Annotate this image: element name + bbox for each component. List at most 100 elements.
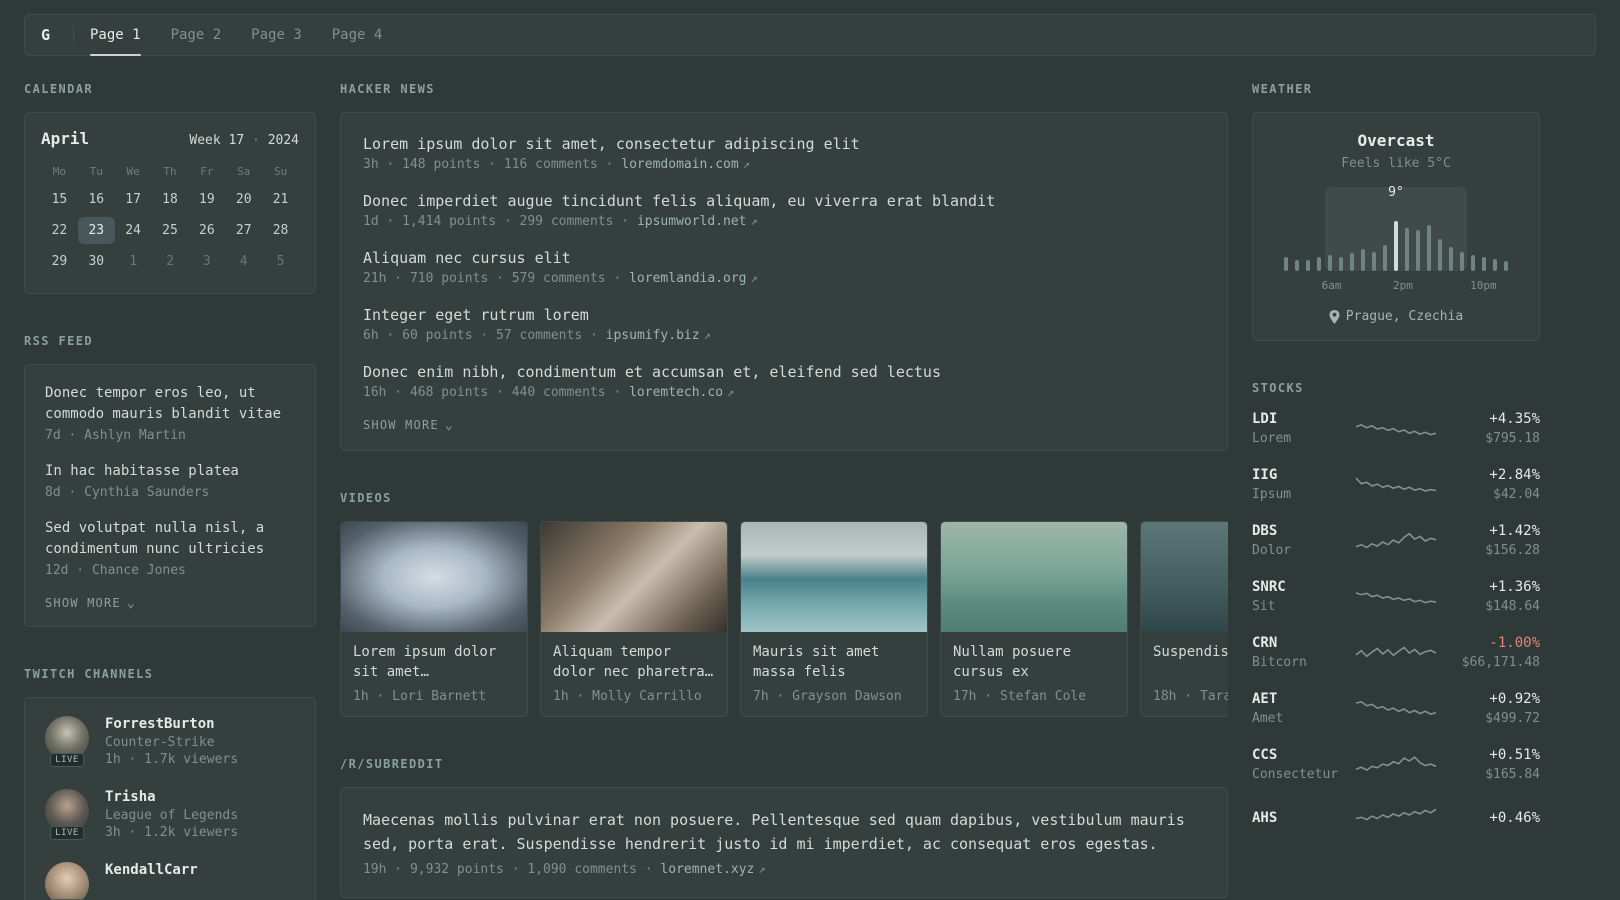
- channel-game: Counter-Strike: [105, 735, 215, 750]
- subreddit-post-title[interactable]: Maecenas mollis pulvinar erat non posuer…: [363, 808, 1205, 856]
- tab-page-3[interactable]: Page 3: [251, 15, 302, 55]
- video-meta: 1h · Molly Carrillo: [553, 689, 702, 704]
- app-logo[interactable]: G: [41, 26, 67, 44]
- video-row: Lorem ipsum dolor sit amet consectetu… 1h…: [340, 521, 1228, 717]
- stock-ticker[interactable]: CRN: [1252, 635, 1344, 651]
- stock-ticker[interactable]: AET: [1252, 691, 1344, 707]
- stock-row[interactable]: CRN Bitcorn -1.00% $66,171.48: [1252, 635, 1540, 670]
- stock-ticker[interactable]: LDI: [1252, 411, 1344, 427]
- hackernews-show-more-button[interactable]: SHOW MORE ⌄: [363, 418, 454, 432]
- video-thumbnail[interactable]: [341, 522, 527, 632]
- hackernews-item-domain[interactable]: loremtech.co: [629, 385, 723, 400]
- topbar-divider: [73, 26, 74, 44]
- subreddit-widget: /R/SUBREDDIT Maecenas mollis pulvinar er…: [340, 757, 1228, 898]
- hackernews-item-domain[interactable]: loremdomain.com: [621, 157, 738, 172]
- hackernews-item-domain[interactable]: ipsumworld.net: [637, 214, 747, 229]
- calendar-day: 30: [88, 254, 105, 269]
- weather-hour-bar: [1361, 249, 1365, 271]
- stock-ticker[interactable]: IIG: [1252, 467, 1344, 483]
- tab-page-1[interactable]: Page 1: [90, 15, 141, 56]
- twitch-channel-row[interactable]: LIVE Trisha League of Legends 3h · 1.2k vie…: [45, 789, 295, 840]
- sparkline-chart: [1355, 808, 1437, 821]
- weather-hour-bar: [1405, 228, 1409, 271]
- rss-item-title[interactable]: Sed volutpat nulla nisl, a condimentum n…: [45, 518, 295, 560]
- stock-row[interactable]: IIG Ipsum +2.84% $42.04: [1252, 467, 1540, 502]
- stock-row[interactable]: DBS Dolor +1.42% $156.28: [1252, 523, 1540, 558]
- video-thumbnail[interactable]: [741, 522, 927, 632]
- stock-change: -1.00%: [1489, 635, 1540, 651]
- weather-card: Overcast Feels like 5°C 9° 6am 2pm 10pm Pr…: [1252, 112, 1540, 341]
- channel-name[interactable]: ForrestBurton: [105, 716, 238, 732]
- section-title-subreddit: /R/SUBREDDIT: [340, 757, 444, 771]
- video-title[interactable]: Nullam posuere cursus ex: [953, 642, 1115, 682]
- calendar-day: 28: [272, 223, 289, 238]
- video-card[interactable]: Lorem ipsum dolor sit amet consectetu… 1h…: [340, 521, 528, 717]
- video-card[interactable]: Mauris sit amet massa felis 7h · Grayson …: [740, 521, 928, 717]
- rss-item: In hac habitasse platea 8d · Cynthia Saun…: [45, 461, 295, 500]
- twitch-channel-row[interactable]: LIVE KendallCarr: [45, 862, 295, 900]
- avatar: LIVE: [45, 789, 89, 840]
- stock-name: Lorem: [1252, 431, 1292, 446]
- rss-item-title[interactable]: Donec tempor eros leo, ut commodo mauris…: [45, 383, 295, 425]
- weather-location[interactable]: Prague, Czechia: [1269, 309, 1523, 324]
- tab-page-2[interactable]: Page 2: [171, 15, 222, 55]
- subreddit-post-domain[interactable]: loremnet.xyz: [660, 862, 754, 877]
- stock-row[interactable]: SNRC Sit +1.36% $148.64: [1252, 579, 1540, 614]
- stock-values: +2.84% $42.04: [1448, 467, 1540, 502]
- stock-ticker[interactable]: SNRC: [1252, 579, 1344, 595]
- stock-row[interactable]: CCS Consectetur +0.51% $165.84: [1252, 747, 1540, 782]
- sparkline-chart: [1355, 645, 1437, 657]
- video-title[interactable]: Lorem ipsum dolor sit amet consectetu…: [353, 642, 515, 682]
- hackernews-item-title[interactable]: Aliquam nec cursus elit: [363, 247, 1205, 269]
- weather-hour-bar: [1306, 260, 1310, 271]
- section-title-rss: RSS FEED: [24, 334, 93, 348]
- rss-show-more-button[interactable]: SHOW MORE ⌄: [45, 596, 136, 610]
- stock-row[interactable]: AET Amet +0.92% $499.72: [1252, 691, 1540, 726]
- video-card[interactable]: Nullam posuere cursus ex 17h · Stefan Col…: [940, 521, 1128, 717]
- channel-name[interactable]: KendallCarr: [105, 862, 198, 878]
- video-thumbnail[interactable]: [1141, 522, 1228, 632]
- weather-hourly-chart: 9°: [1281, 185, 1511, 271]
- calendar-day: 27: [235, 223, 252, 238]
- hackernews-item-title[interactable]: Integer eget rutrum lorem: [363, 304, 1205, 326]
- video-card[interactable]: Suspendisse diam 18h · Tara: [1140, 521, 1228, 717]
- hackernews-item-title[interactable]: Donec imperdiet augue tincidunt felis al…: [363, 190, 1205, 212]
- hackernews-item-meta: 6h · 60 points · 57 comments · ipsumify.…: [363, 328, 1205, 343]
- stock-row[interactable]: AHS +0.46%: [1252, 803, 1540, 833]
- tab-page-4[interactable]: Page 4: [332, 15, 383, 55]
- stock-ticker[interactable]: CCS: [1252, 747, 1344, 763]
- video-title[interactable]: Suspendisse diam: [1153, 642, 1228, 682]
- stock-ticker[interactable]: AHS: [1252, 810, 1344, 826]
- hackernews-item-title[interactable]: Lorem ipsum dolor sit amet, consectetur …: [363, 133, 1205, 155]
- video-thumbnail[interactable]: [941, 522, 1127, 632]
- hackernews-item-title[interactable]: Donec enim nibh, condimentum et accumsan…: [363, 361, 1205, 383]
- calendar-day: 19: [199, 192, 215, 207]
- video-card-body: Mauris sit amet massa felis 7h · Grayson …: [741, 632, 927, 716]
- video-thumbnail[interactable]: [541, 522, 727, 632]
- item-meta-text: 1d · 1,414 points · 299 comments ·: [363, 214, 637, 229]
- video-title[interactable]: Mauris sit amet massa felis: [753, 642, 915, 682]
- hackernews-item-meta: 21h · 710 points · 579 comments · loreml…: [363, 271, 1205, 286]
- stock-row[interactable]: LDI Lorem +4.35% $795.18: [1252, 411, 1540, 446]
- stock-price: $148.64: [1485, 599, 1540, 614]
- calendar-weekday-label: Sa: [237, 164, 251, 178]
- dashboard-columns: CALENDAR April Week 17 · 2024 Mo Tu We Th Fr…: [24, 82, 1596, 900]
- stock-values: +0.46%: [1448, 810, 1540, 826]
- video-title[interactable]: Aliquam tempor dolor nec pharetra…: [553, 642, 715, 682]
- stock-ticker[interactable]: DBS: [1252, 523, 1344, 539]
- channel-name[interactable]: Trisha: [105, 789, 238, 805]
- weather-hour-bar: [1350, 253, 1354, 271]
- topbar: G Page 1 Page 2 Page 3 Page 4: [24, 14, 1596, 56]
- hackernews-item-domain[interactable]: ipsumify.biz: [606, 328, 700, 343]
- video-card-body: Suspendisse diam 18h · Tara: [1141, 632, 1228, 716]
- video-card[interactable]: Aliquam tempor dolor nec pharetra… 1h · M…: [540, 521, 728, 717]
- calendar-day: 3: [202, 254, 211, 269]
- twitch-channel-row[interactable]: LIVE ForrestBurton Counter-Strike 1h · 1.7k…: [45, 716, 295, 767]
- videos-widget: VIDEOS Lorem ipsum dolor sit amet consec…: [340, 491, 1228, 717]
- external-link-icon: ↗: [750, 271, 758, 285]
- hackernews-item-domain[interactable]: loremlandia.org: [629, 271, 746, 286]
- calendar-week-label: Week 17 · 2024: [189, 133, 299, 148]
- stocks-widget: STOCKS LDI Lorem +4.35% $795.18 IIG Ipsum +2.8…: [1252, 381, 1540, 833]
- rss-item-title[interactable]: In hac habitasse platea: [45, 461, 295, 482]
- stock-sparkline: [1344, 470, 1448, 500]
